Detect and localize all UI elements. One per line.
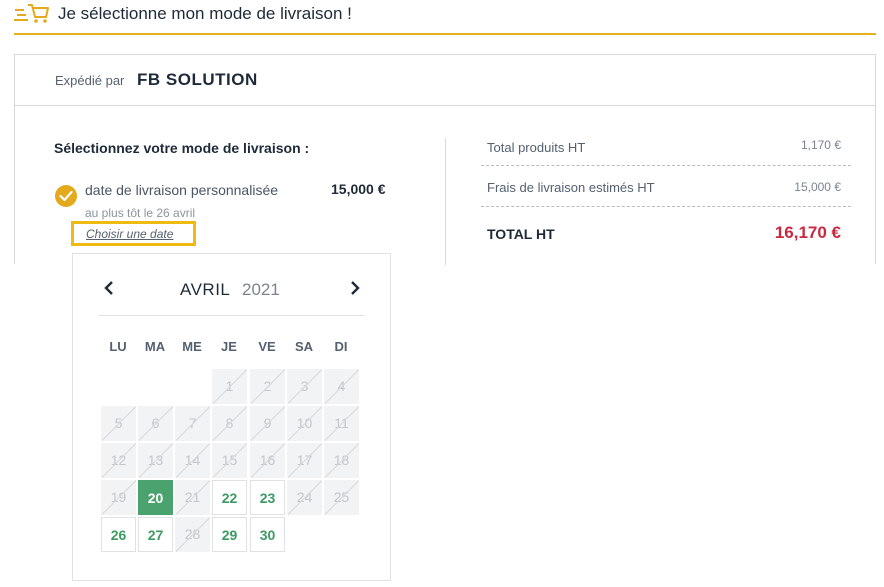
date-picker: AVRIL 2021 LU MA ME JE VE SA DI 1 2 3 4 5 6 7 8 9 10 11 12…: [72, 253, 391, 581]
weekday-header: JE: [221, 339, 237, 354]
calendar-day: 12: [101, 443, 136, 478]
products-total-value: 1,170 €: [800, 138, 841, 152]
weekday-header: SA: [294, 339, 314, 354]
calendar-day: 16: [250, 443, 285, 478]
calendar-day[interactable]: 22: [212, 480, 247, 515]
delivery-earliest-date: au plus tôt le 26 avril: [85, 206, 196, 220]
weekday-header: VE: [258, 339, 276, 354]
cart-icon: [14, 4, 49, 23]
weekday-header: DI: [334, 339, 348, 354]
delivery-option-price: 15,000 €: [331, 181, 386, 197]
page-title: Je sélectionne mon mode de livraison !: [58, 4, 352, 23]
shipping-cost-row: Frais de livraison estimés HT 15,000 €: [481, 177, 851, 207]
calendar-day: 9: [250, 406, 285, 441]
calendar-day: 21: [175, 480, 210, 515]
calendar-day: 18: [324, 443, 359, 478]
delivery-card: Expédié par FB SOLUTION Sélectionnez vot…: [14, 54, 876, 265]
calendar-year: 2021: [242, 280, 280, 299]
calendar-day: 6: [138, 406, 173, 441]
calendar-day: 28: [175, 517, 210, 552]
calendar-day: 10: [287, 406, 322, 441]
calendar-day: 24: [287, 480, 322, 515]
chevron-right-icon[interactable]: [349, 279, 361, 302]
shipped-by-label: Expédié par: [55, 73, 125, 88]
delivery-mode-heading: Sélectionnez votre mode de livraison :: [54, 140, 310, 156]
calendar-day: 15: [212, 443, 247, 478]
delivery-option-label[interactable]: date de livraison personnalisée: [85, 182, 278, 198]
calendar-day: 4: [324, 369, 359, 404]
calendar-day[interactable]: 29: [212, 517, 247, 552]
grand-total-label: TOTAL HT: [487, 226, 555, 242]
calendar-day[interactable]: 27: [138, 517, 173, 552]
calendar-day: 8: [212, 406, 247, 441]
calendar-day: 2: [250, 369, 285, 404]
shipping-cost-value: 15,000 €: [794, 180, 841, 194]
products-total-label: Total produits HT: [487, 140, 586, 155]
calendar-day: 11: [324, 406, 359, 441]
selected-check-icon[interactable]: [55, 185, 77, 207]
calendar-day: 13: [138, 443, 173, 478]
seller-name: FB SOLUTION: [137, 70, 258, 89]
calendar-day: 25: [324, 480, 359, 515]
page-header: Je sélectionne mon mode de livraison !: [14, 0, 876, 35]
calendar-day: 14: [175, 443, 210, 478]
calendar-day: 1: [212, 369, 247, 404]
chevron-left-icon[interactable]: [103, 279, 115, 302]
calendar-month: AVRIL: [180, 280, 231, 299]
calendar-day[interactable]: 23: [250, 480, 285, 515]
calendar-day: 7: [175, 406, 210, 441]
seller-header: Expédié par FB SOLUTION: [15, 55, 875, 106]
calendar-day[interactable]: 30: [250, 517, 285, 552]
calendar-day: 17: [287, 443, 322, 478]
grand-total-value: 16,170 €: [774, 223, 841, 242]
weekday-header: MA: [144, 339, 166, 354]
calendar-day: 5: [101, 406, 136, 441]
calendar-day: 19: [101, 480, 136, 515]
weekday-header: LU: [109, 339, 127, 354]
products-total-row: Total produits HT 1,170 €: [481, 137, 851, 166]
shipping-cost-label: Frais de livraison estimés HT: [487, 180, 655, 195]
calendar-day[interactable]: 26: [101, 517, 136, 552]
weekday-header: ME: [182, 339, 202, 354]
calendar-day: 3: [287, 369, 322, 404]
calendar-divider: [99, 315, 364, 316]
column-divider: [445, 138, 446, 265]
calendar-day-selected[interactable]: 20: [138, 480, 173, 515]
choose-date-link[interactable]: Choisir une date: [71, 221, 196, 246]
